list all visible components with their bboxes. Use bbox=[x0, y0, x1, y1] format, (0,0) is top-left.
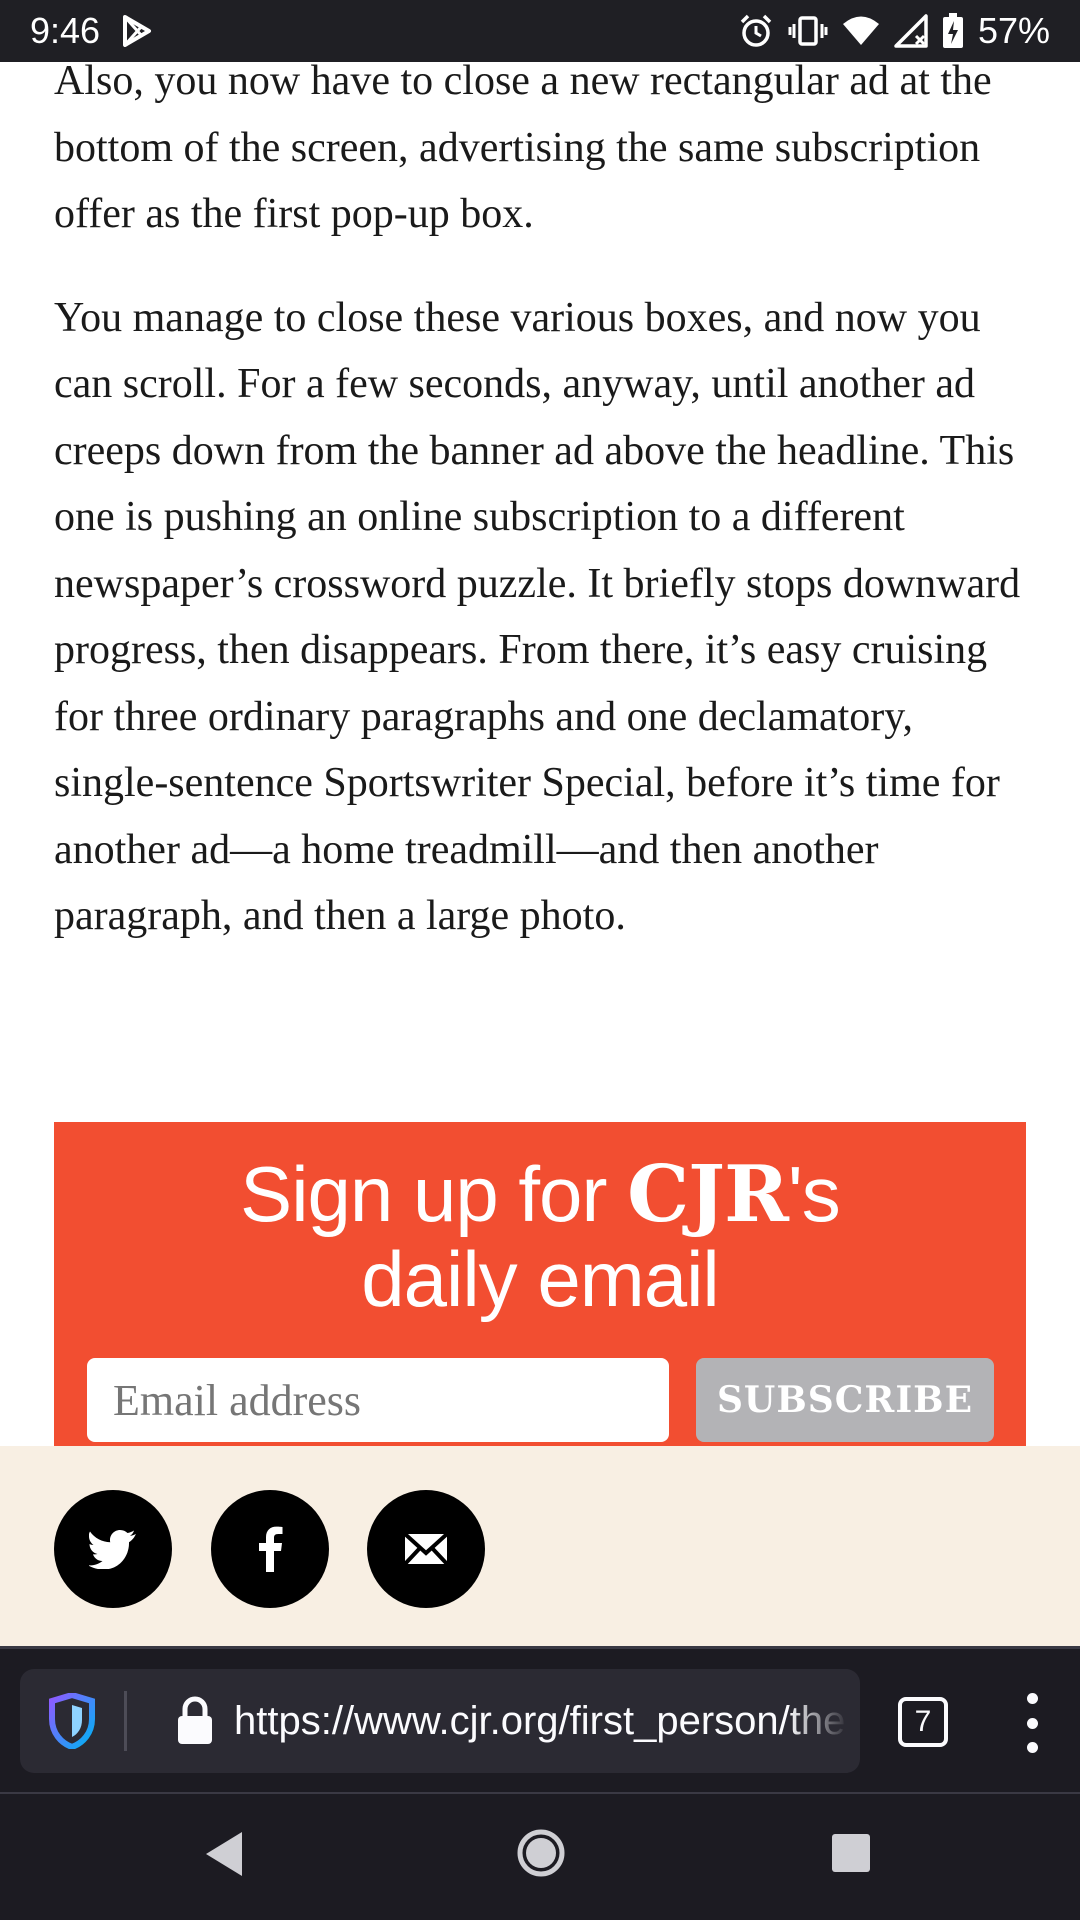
overflow-menu-icon[interactable] bbox=[1020, 1693, 1044, 1753]
email-input[interactable] bbox=[87, 1358, 669, 1442]
battery-percentage: 57% bbox=[977, 10, 1050, 51]
signup-title-line2: daily email bbox=[361, 1235, 719, 1323]
email-share-button[interactable] bbox=[367, 1490, 485, 1608]
article-paragraph: You manage to close these various boxes,… bbox=[54, 294, 1021, 940]
article-paragraph: Also, you now have to close a new rectan… bbox=[54, 58, 992, 237]
back-icon[interactable] bbox=[204, 1830, 244, 1883]
signup-title-prefix: Sign up for bbox=[240, 1150, 628, 1238]
url-value: https://www.cjr.org/first_person/the bbox=[234, 1699, 846, 1743]
signup-brand: CJR bbox=[627, 1149, 789, 1240]
vibrate-icon bbox=[788, 15, 828, 47]
tab-count: 7 bbox=[914, 1705, 932, 1738]
article-body: Also, you now have to close a new rectan… bbox=[0, 58, 1080, 950]
lock-icon[interactable] bbox=[176, 1695, 214, 1750]
home-icon[interactable] bbox=[516, 1828, 566, 1883]
browser-toolbar: https://www.cjr.org/first_person/the 7 bbox=[0, 1646, 1080, 1794]
battery-charging-icon bbox=[942, 13, 964, 49]
status-time: 9:46 bbox=[30, 10, 101, 51]
address-bar-divider bbox=[124, 1691, 127, 1751]
email-icon bbox=[404, 1533, 448, 1565]
facebook-share-button[interactable] bbox=[211, 1490, 329, 1608]
facebook-icon bbox=[259, 1526, 283, 1572]
recents-icon[interactable] bbox=[830, 1832, 872, 1879]
url-text[interactable]: https://www.cjr.org/first_person/the bbox=[234, 1669, 848, 1773]
newsletter-signup: Sign up for CJR's daily email SUBSCRIBE bbox=[54, 1122, 1026, 1446]
tabs-counter-button[interactable]: 7 bbox=[898, 1697, 948, 1747]
signup-title-suffix: 's bbox=[787, 1150, 841, 1238]
share-bar bbox=[0, 1446, 1080, 1646]
play-store-icon bbox=[122, 15, 152, 47]
signup-title: Sign up for CJR's daily email bbox=[54, 1152, 1026, 1321]
address-bar[interactable]: https://www.cjr.org/first_person/the bbox=[20, 1669, 860, 1773]
subscribe-button[interactable]: SUBSCRIBE bbox=[696, 1358, 994, 1442]
twitter-share-button[interactable] bbox=[54, 1490, 172, 1608]
url-fade bbox=[788, 1669, 848, 1773]
wifi-icon bbox=[842, 15, 880, 47]
system-nav-bar bbox=[0, 1794, 1080, 1920]
cell-signal-icon bbox=[894, 14, 928, 48]
tracking-protection-shield-icon[interactable] bbox=[48, 1691, 96, 1754]
alarm-icon bbox=[738, 13, 774, 49]
twitter-icon bbox=[89, 1530, 136, 1569]
